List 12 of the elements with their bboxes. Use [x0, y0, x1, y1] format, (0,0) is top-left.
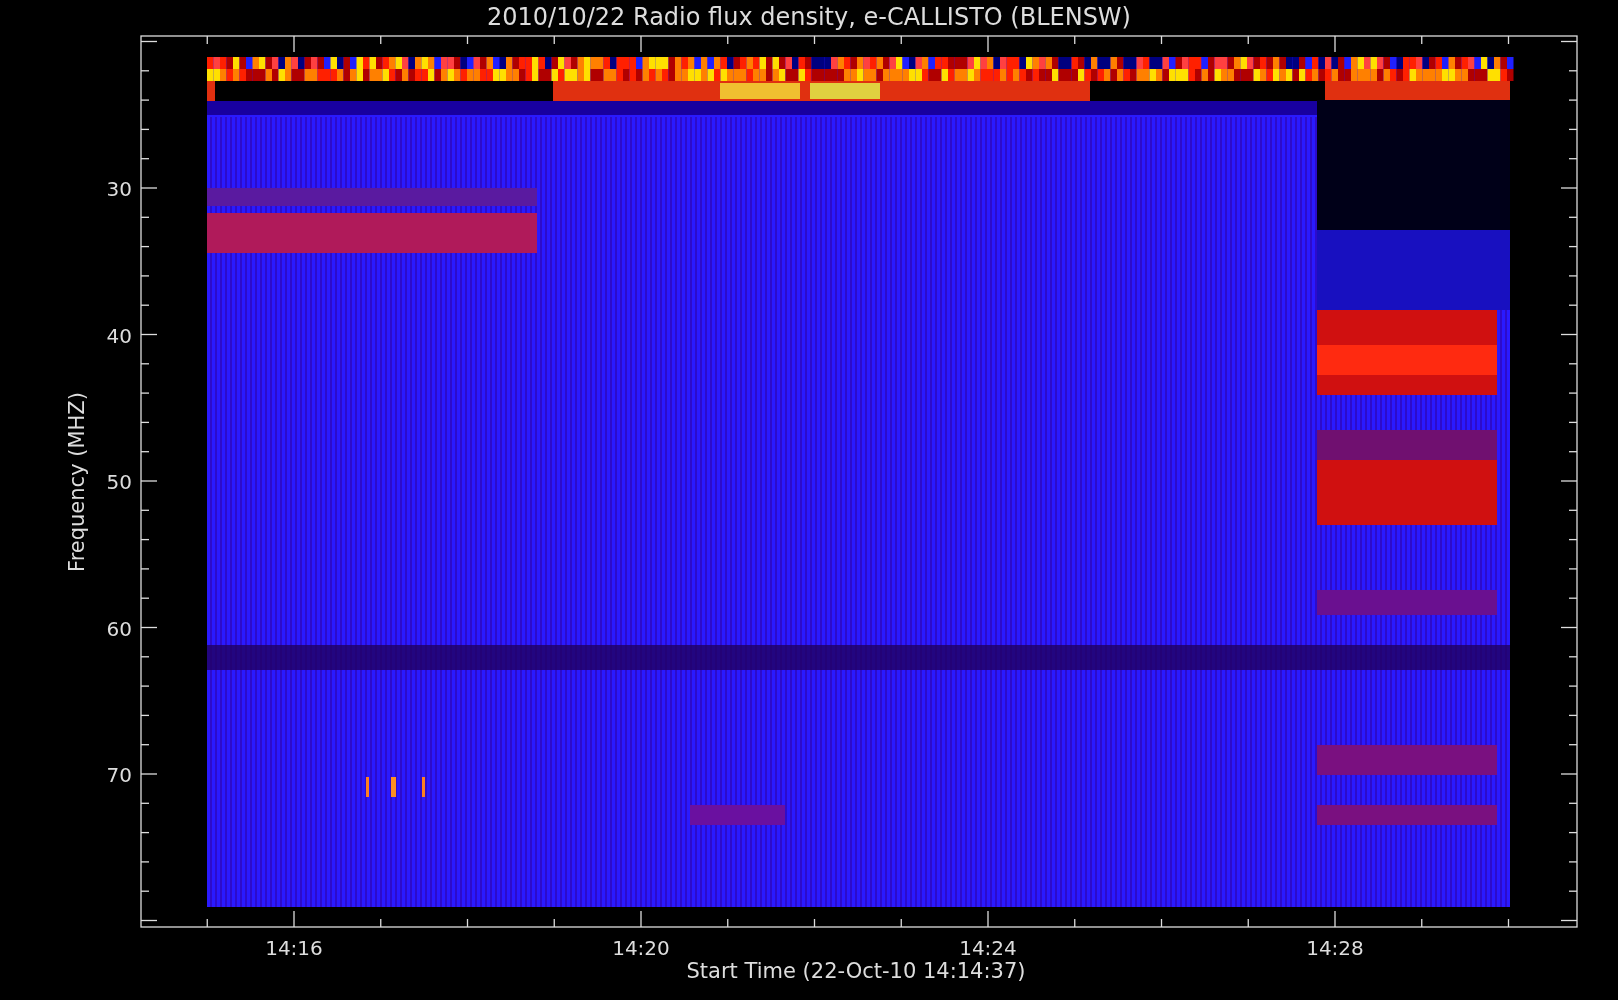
y-tick-label: 40 — [106, 323, 132, 348]
y-axis-label: Frequency (MHZ) — [65, 392, 89, 572]
y-tick-label: 70 — [106, 763, 132, 787]
x-tick-label: 14:20 — [612, 936, 670, 960]
x-axis-label: Start Time (22-Oct-10 14:14:37) — [686, 959, 1026, 983]
y-tick-label: 50 — [106, 470, 132, 494]
y-tick-label: 60 — [106, 616, 132, 641]
x-tick-label: 14:28 — [1306, 936, 1364, 960]
chart-title: 2010/10/22 Radio flux density, e-CALLISTO (BLENSW) — [487, 3, 1131, 31]
y-tick-label: 30 — [106, 177, 132, 201]
x-tick-label: 14:16 — [265, 936, 323, 960]
x-tick-label: 14:24 — [959, 936, 1017, 960]
